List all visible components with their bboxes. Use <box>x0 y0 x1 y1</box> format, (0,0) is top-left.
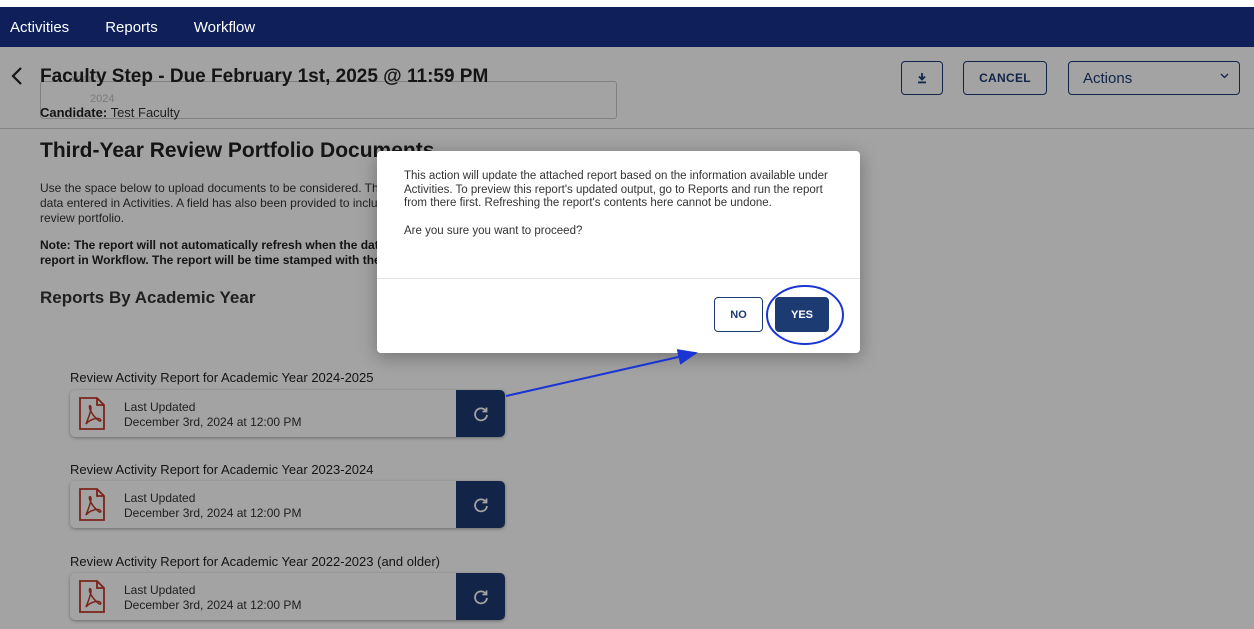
nav-reports[interactable]: Reports <box>105 19 158 36</box>
yes-button[interactable]: YES <box>775 297 829 332</box>
window-top-edge <box>0 0 1254 7</box>
confirm-dialog: This action will update the attached rep… <box>377 151 860 353</box>
nav-workflow[interactable]: Workflow <box>194 19 255 36</box>
dialog-divider <box>377 278 860 279</box>
dialog-question: Are you sure you want to proceed? <box>404 224 583 237</box>
top-navigation: Activities Reports Workflow <box>0 7 1254 47</box>
nav-activities[interactable]: Activities <box>10 19 69 36</box>
dialog-body: This action will update the attached rep… <box>404 170 844 238</box>
no-button[interactable]: NO <box>714 297 763 332</box>
dialog-message: This action will update the attached rep… <box>404 170 828 209</box>
